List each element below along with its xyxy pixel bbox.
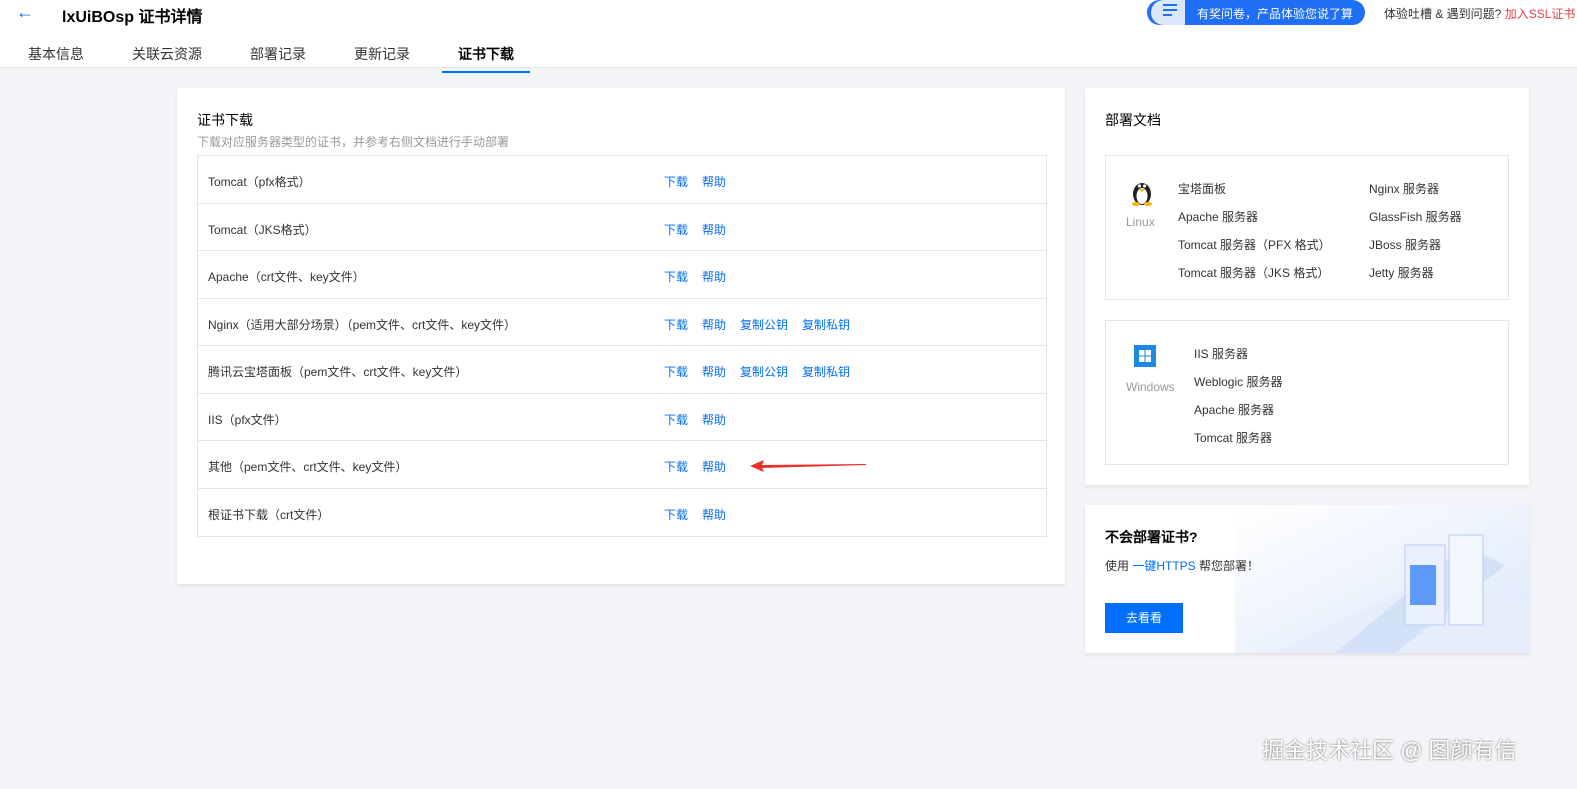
doc-link[interactable]: Apache 服务器 [1194,401,1274,418]
doc-link[interactable]: Tomcat 服务器（PFX 格式） [1178,236,1331,253]
copy-private-key-link[interactable]: 复制私钥 [802,316,850,333]
copy-private-key-link[interactable]: 复制私钥 [802,363,850,380]
server-type-label: 其他（pem文件、crt文件、key文件） [208,460,408,474]
feedback-banner: 体验吐槽 & 遇到问题? 加入SSL证书 [1384,5,1575,22]
download-table: Tomcat（pfx格式） 下载 帮助 Tomcat（JKS格式） 下载 帮助 Ap… [197,155,1047,537]
doc-link[interactable]: Apache 服务器 [1178,208,1258,225]
survey-document-icon [1151,0,1185,25]
table-row: Tomcat（pfx格式） 下载 帮助 [198,156,1046,204]
table-row: Nginx（适用大部分场景）（pem文件、crt文件、key文件） 下载 帮助 复制… [198,299,1046,346]
card-title: 证书下载 [197,112,253,128]
card-subtitle: 下载对应服务器类型的证书，并参考右侧文档进行手动部署 [197,135,510,149]
tab-basic-info[interactable]: 基本信息 [12,36,100,73]
deployment-docs-card: 部署文档 Linux 宝塔面板 Apache 服务器 Tomcat 服务器（PF… [1085,88,1529,485]
doc-link[interactable]: Tomcat 服务器 [1194,429,1272,446]
help-link[interactable]: 帮助 [702,363,726,380]
doc-link[interactable]: IIS 服务器 [1194,345,1248,362]
windows-docs-box: Windows IIS 服务器 Weblogic 服务器 Apache 服务器 … [1105,320,1509,465]
copy-public-key-link[interactable]: 复制公钥 [740,316,788,333]
doc-link[interactable]: Nginx 服务器 [1369,180,1439,197]
server-type-label: Tomcat（pfx格式） [208,175,311,189]
server-type-label: Nginx（适用大部分场景）（pem文件、crt文件、key文件） [208,317,517,332]
linux-docs-box: Linux 宝塔面板 Apache 服务器 Tomcat 服务器（PFX 格式）… [1105,155,1509,300]
windows-label: Windows [1126,380,1175,394]
help-link[interactable]: 帮助 [702,173,726,190]
copy-public-key-link[interactable]: 复制公钥 [740,363,788,380]
decorative-illustration [1235,505,1529,653]
help-link[interactable]: 帮助 [702,221,726,238]
download-link[interactable]: 下载 [664,506,688,523]
feedback-text: 体验吐槽 & 遇到问题? [1384,7,1502,21]
doc-link[interactable]: Weblogic 服务器 [1194,373,1282,390]
linux-penguin-icon [1124,178,1160,209]
server-type-label: 腾讯云宝塔面板（pem文件、crt文件、key文件） [208,365,468,379]
watermark-text: 掘金技术社区 @ 图颜有信 [1262,738,1517,763]
page-header: ← lxUiBOsp 证书详情 基本信息 关联云资源 部署记录 更新记录 证书下… [0,0,1577,73]
deploy-help-card: 不会部署证书? 使用 一键HTTPS 帮您部署！ 去看看 [1085,505,1529,653]
table-row: Tomcat（JKS格式） 下载 帮助 [198,204,1046,251]
tip-title: 不会部署证书? [1105,529,1198,545]
download-link[interactable]: 下载 [664,221,688,238]
tip-text-prefix: 使用 [1105,559,1133,573]
download-link[interactable]: 下载 [664,411,688,428]
table-row: 根证书下载（crt文件） 下载 帮助 [198,489,1046,537]
red-arrow-annotation [750,460,866,472]
server-type-label: Tomcat（JKS格式） [208,222,317,237]
doc-link[interactable]: Tomcat 服务器（JKS 格式） [1178,264,1329,281]
help-link[interactable]: 帮助 [702,316,726,333]
help-link[interactable]: 帮助 [702,458,726,475]
tab-certificate-download[interactable]: 证书下载 [442,36,530,73]
help-link[interactable]: 帮助 [702,506,726,523]
tab-bar: 基本信息 关联云资源 部署记录 更新记录 证书下载 [12,36,546,73]
server-type-label: IIS（pfx文件） [208,412,287,427]
tip-text: 使用 一键HTTPS 帮您部署！ [1105,557,1259,574]
doc-link[interactable]: Jetty 服务器 [1369,264,1434,281]
join-group-link[interactable]: 加入SSL证书 [1505,7,1576,21]
one-click-https-link[interactable]: 一键HTTPS [1132,559,1195,573]
table-row: Apache（crt文件、key文件） 下载 帮助 [198,251,1046,299]
tab-update-records[interactable]: 更新记录 [338,36,426,73]
survey-label: 有奖问卷，产品体验您说了算 [1197,7,1354,21]
help-link[interactable]: 帮助 [702,268,726,285]
tab-deploy-records[interactable]: 部署记录 [234,36,322,73]
certificate-download-card: 证书下载 下载对应服务器类型的证书，并参考右侧文档进行手动部署 Tomcat（p… [177,88,1065,584]
table-row: IIS（pfx文件） 下载 帮助 [198,394,1046,441]
tip-text-suffix: 帮您部署！ [1195,559,1260,573]
server-type-label: Apache（crt文件、key文件） [208,270,365,284]
doc-link[interactable]: 宝塔面板 [1178,180,1226,197]
survey-button[interactable]: 有奖问卷，产品体验您说了算 [1147,0,1365,25]
table-row: 其他（pem文件、crt文件、key文件） 下载 帮助 [198,441,1046,489]
tab-related-resources[interactable]: 关联云资源 [116,36,218,73]
doc-link[interactable]: GlassFish 服务器 [1369,208,1462,225]
windows-logo-icon [1130,345,1160,370]
page-title: lxUiBOsp 证书详情 [62,9,203,26]
table-row: 腾讯云宝塔面板（pem文件、crt文件、key文件） 下载 帮助 复制公钥 复制私钥 [198,346,1046,394]
server-type-label: 根证书下载（crt文件） [208,507,330,522]
download-link[interactable]: 下载 [664,173,688,190]
linux-label: Linux [1126,215,1155,229]
go-see-button[interactable]: 去看看 [1105,603,1183,633]
download-link[interactable]: 下载 [664,363,688,380]
download-link[interactable]: 下载 [664,316,688,333]
doc-link[interactable]: JBoss 服务器 [1369,236,1441,253]
download-link[interactable]: 下载 [664,268,688,285]
card-title: 部署文档 [1105,112,1161,128]
arrow-left-icon[interactable]: ← [16,2,34,23]
help-link[interactable]: 帮助 [702,411,726,428]
download-link[interactable]: 下载 [664,458,688,475]
